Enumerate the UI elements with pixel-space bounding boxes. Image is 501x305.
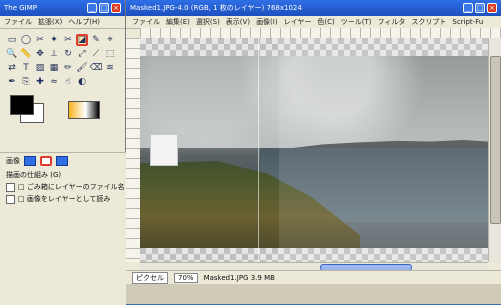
tool-grid: ▭ ◯ ✂ ✦ ✂ ◪ ✎ ⌖ 🔍 📏 ✥ ⟂ ↻ ⤢ ⟋ ⬚ ⇄ T ▨ ▦ ✏ 🖌 ⌫ ≋ ✒ ⎘ ✚ ≈ ☝ ◐ [0,29,125,93]
menu-help[interactable]: ヘルプ(H) [68,17,100,27]
menu-edit[interactable]: 編集(E) [166,17,190,27]
panel-tab-icon-2[interactable] [56,156,68,166]
vertical-scroll-thumb[interactable] [490,56,501,224]
menu-image[interactable]: 画像(I) [256,17,278,27]
status-filename: Masked1.JPG 3.9 MB [203,273,275,282]
scissors-icon[interactable]: ✂ [62,34,74,46]
panel-row: 描画の仕組み (G) [6,171,62,179]
pencil-icon[interactable]: ✏ [62,62,74,74]
checkbox[interactable] [6,182,15,192]
panel-tab-icon[interactable] [24,156,36,166]
free-select-icon[interactable]: ✂ [34,34,46,46]
rect-select-icon[interactable]: ▭ [6,34,18,46]
foreground-select-icon[interactable]: ◪ [76,34,88,46]
sky-region [140,56,488,148]
bucket-fill-icon[interactable]: ▨ [34,62,46,74]
crop-icon[interactable]: ⟂ [48,48,60,60]
menu-file[interactable]: ファイル [4,17,32,27]
paths-icon[interactable]: ✎ [90,34,102,46]
menu-view[interactable]: 表示(V) [226,17,250,27]
shear-icon[interactable]: ⟋ [90,48,102,60]
unit-selector[interactable]: ピクセル [132,271,168,284]
close-button[interactable]: × [487,3,497,13]
menu-file[interactable]: ファイル [132,17,160,27]
panel-row: □ ごみ箱にレイヤーのファイル名 [0,181,126,193]
menu-extensions[interactable]: 拡張(X) [38,17,62,27]
maximize-button[interactable]: □ [99,3,109,13]
layers-panel: 画像 描画の仕組み (G) □ ごみ箱にレイヤーのファイル名 □ 画像をレイヤー… [0,152,126,305]
guide-line[interactable] [258,38,259,262]
menu-tools[interactable]: ツール(T) [341,17,372,27]
dodge-burn-icon[interactable]: ◐ [76,76,88,88]
move-icon[interactable]: ✥ [34,48,46,60]
menu-select[interactable]: 選択(S) [196,17,220,27]
perspective-icon[interactable]: ⬚ [104,48,116,60]
scale-icon[interactable]: ⤢ [76,48,88,60]
toolbox-window: The GIMP _ □ × ファイル 拡張(X) ヘルプ(H) ▭ ◯ ✂ ✦ ✂ ◪ ✎… [0,0,126,305]
menu-colors[interactable]: 色(C) [317,17,334,27]
blur-icon[interactable]: ≈ [48,76,60,88]
zoom-icon[interactable]: 🔍 [6,48,18,60]
color-area [6,95,119,129]
building [150,134,178,166]
minimize-button[interactable]: _ [87,3,97,13]
horizontal-scrollbar[interactable] [140,262,488,271]
workspace-empty-area [126,284,501,304]
image-titlebar: Masked1.JPG-4.0 (RGB, 1 枚のレイヤー) 768x1024… [126,0,501,16]
close-button[interactable]: × [111,3,121,13]
gradient-icon[interactable]: ▦ [48,62,60,74]
eraser-icon[interactable]: ⌫ [90,62,103,74]
minimize-button[interactable]: _ [463,3,473,13]
gradient-preview[interactable] [68,101,100,119]
panel-tab-active-icon[interactable] [40,156,52,166]
vertical-scrollbar[interactable] [488,38,501,262]
airbrush-icon[interactable]: ≋ [104,62,116,74]
photo-layer [140,56,488,248]
smudge-icon[interactable]: ☝ [62,76,74,88]
image-canvas[interactable] [140,38,488,262]
menu-filters[interactable]: フィルタ [378,17,406,27]
text-icon[interactable]: T [20,62,32,74]
fuzzy-select-icon[interactable]: ✦ [48,34,60,46]
menu-script[interactable]: スクリプト [411,17,446,27]
menu-layer[interactable]: レイヤー [284,17,312,27]
paintbrush-icon[interactable]: 🖌 [76,62,88,74]
toolbox-menubar: ファイル 拡張(X) ヘルプ(H) [0,16,125,29]
heal-icon[interactable]: ✚ [34,76,46,88]
toolbox-title: The GIMP [4,4,37,12]
toolbox-titlebar: The GIMP _ □ × [0,0,125,16]
measure-icon[interactable]: 📏 [20,48,32,60]
panel-tab-label: 画像 [6,157,20,165]
color-picker-icon[interactable]: ⌖ [104,34,116,46]
menu-script-fu[interactable]: Script-Fu [452,18,483,26]
checkbox[interactable] [6,194,15,204]
ellipse-select-icon[interactable]: ◯ [20,34,32,46]
foreground-color-swatch[interactable] [10,95,34,115]
vertical-ruler[interactable] [126,38,141,262]
flip-icon[interactable]: ⇄ [6,62,18,74]
ink-icon[interactable]: ✒ [6,76,18,88]
zoom-selector[interactable]: 70% [174,272,198,283]
status-bar: ピクセル 70% Masked1.JPG 3.9 MB [126,270,501,284]
panel-row: □ 画像をレイヤーとして読み [0,193,126,205]
maximize-button[interactable]: □ [475,3,485,13]
image-window: Masked1.JPG-4.0 (RGB, 1 枚のレイヤー) 768x1024… [126,0,501,304]
panel-tabs: 画像 [0,153,126,169]
image-title: Masked1.JPG-4.0 (RGB, 1 枚のレイヤー) 768x1024 [130,4,302,12]
clone-icon[interactable]: ⎘ [20,76,32,88]
rotate-icon[interactable]: ↻ [62,48,74,60]
